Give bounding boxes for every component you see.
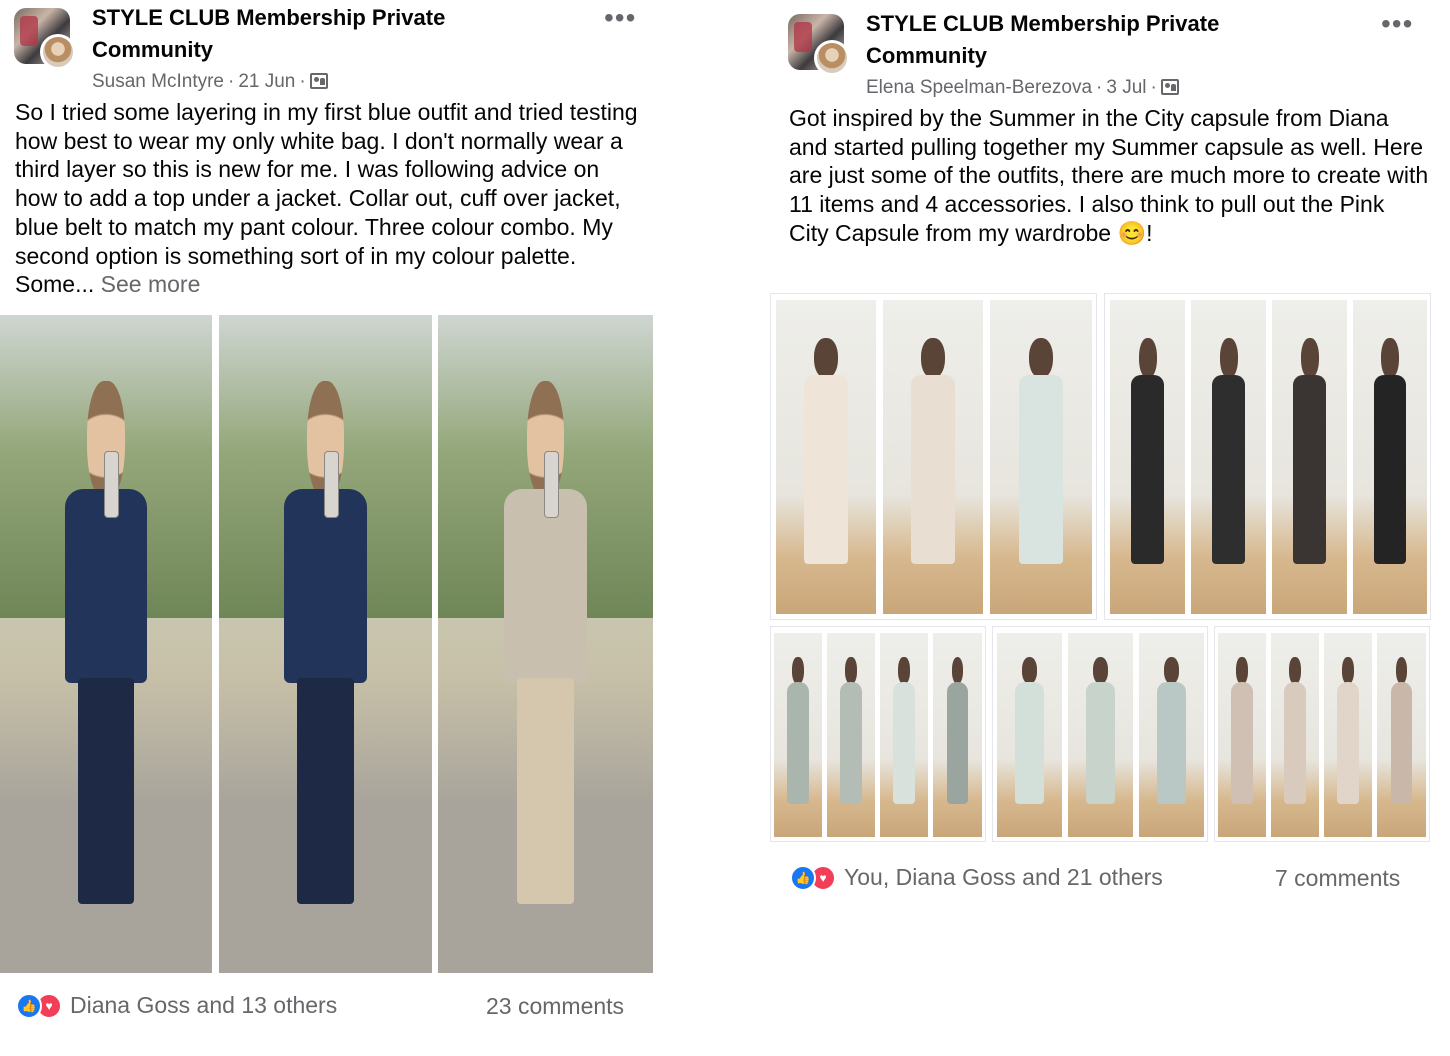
post-body-text: So I tried some layering in my first blu… (15, 99, 638, 298)
outfit-photo (997, 633, 1062, 837)
meta-separator: · (1096, 77, 1103, 98)
like-icon: 👍 (16, 992, 42, 1019)
outfit-photo (827, 633, 875, 837)
outfit-photo (1139, 633, 1204, 837)
reaction-summary[interactable]: 👍 ♥ You, Diana Goss and 21 others (790, 864, 1163, 891)
post-card-1: STYLE CLUB Membership Private Community … (0, 0, 660, 1056)
figure-pants (517, 677, 574, 905)
meta-separator: · (1150, 77, 1157, 98)
more-options-button[interactable]: ••• (1381, 10, 1413, 38)
outfit-photo (776, 300, 876, 614)
post-text: So I tried some layering in my first blu… (15, 98, 645, 299)
outfit-photo (883, 300, 983, 614)
outfit-photo (1191, 300, 1266, 614)
figure-pants (78, 677, 134, 905)
reactions-text[interactable]: Diana Goss and 13 others (70, 992, 337, 1019)
members-only-icon (309, 73, 328, 89)
post-card-2: STYLE CLUB Membership Private Community … (770, 0, 1450, 1056)
group-name-link[interactable]: STYLE CLUB Membership Private Community (866, 8, 1336, 72)
outfit-photo (1353, 300, 1427, 614)
group-name-link[interactable]: STYLE CLUB Membership Private Community (92, 2, 562, 66)
outfit-photo (990, 300, 1092, 614)
see-more-link[interactable]: See more (101, 271, 201, 297)
post-date-link[interactable]: 21 Jun (238, 71, 295, 92)
post-photo-1[interactable] (0, 315, 212, 973)
outfit-photo (1271, 633, 1319, 837)
meta-separator: · (228, 71, 235, 92)
person-figure (498, 380, 593, 921)
outfit-photo (880, 633, 928, 837)
outfit-photo (933, 633, 982, 837)
author-name-link[interactable]: Elena Speelman-Berezova (866, 77, 1092, 98)
figure-phone (323, 450, 339, 518)
figure-top (64, 488, 148, 683)
outfit-photo (1068, 633, 1133, 837)
figure-pants (297, 677, 354, 905)
outfit-photo (1272, 300, 1347, 614)
author-avatar[interactable] (814, 40, 850, 76)
outfit-photo (1377, 633, 1426, 837)
post-photo-collage-3[interactable] (770, 626, 986, 842)
post-meta: Susan McIntyre · 21 Jun · (92, 69, 328, 95)
reaction-summary[interactable]: 👍 ♥ Diana Goss and 13 others (16, 992, 337, 1019)
meta-separator: · (299, 71, 306, 92)
members-only-icon (1160, 79, 1179, 95)
person-figure (279, 380, 373, 921)
post-photo-3[interactable] (438, 315, 653, 973)
figure-top (284, 488, 367, 683)
figure-phone (543, 450, 559, 518)
post-photo-collage-2[interactable] (1104, 293, 1431, 620)
outfit-photo (1324, 633, 1372, 837)
post-body-text: Got inspired by the Summer in the City c… (789, 105, 1429, 246)
outfit-photo (1110, 300, 1185, 614)
figure-phone (104, 450, 120, 518)
group-avatar[interactable] (14, 8, 76, 70)
author-name-link[interactable]: Susan McIntyre (92, 71, 224, 92)
group-avatar[interactable] (788, 14, 850, 76)
post-date-link[interactable]: 3 Jul (1106, 77, 1146, 98)
reactions-text[interactable]: You, Diana Goss and 21 others (844, 864, 1163, 891)
outfit-photo (1218, 633, 1266, 837)
comments-count-link[interactable]: 23 comments (486, 993, 624, 1020)
outfit-photo (774, 633, 822, 837)
more-options-button[interactable]: ••• (604, 4, 636, 32)
post-photo-2[interactable] (219, 315, 432, 973)
post-photo-collage-4[interactable] (992, 626, 1208, 842)
comments-count-link[interactable]: 7 comments (1275, 865, 1400, 892)
like-icon: 👍 (790, 864, 816, 891)
author-avatar[interactable] (40, 34, 76, 70)
person-figure (59, 380, 152, 921)
post-meta: Elena Speelman-Berezova · 3 Jul · (866, 75, 1179, 101)
post-photo-collage-5[interactable] (1214, 626, 1430, 842)
post-text: Got inspired by the Summer in the City c… (789, 104, 1429, 248)
post-photo-collage-1[interactable] (770, 293, 1097, 620)
figure-top (503, 488, 588, 683)
